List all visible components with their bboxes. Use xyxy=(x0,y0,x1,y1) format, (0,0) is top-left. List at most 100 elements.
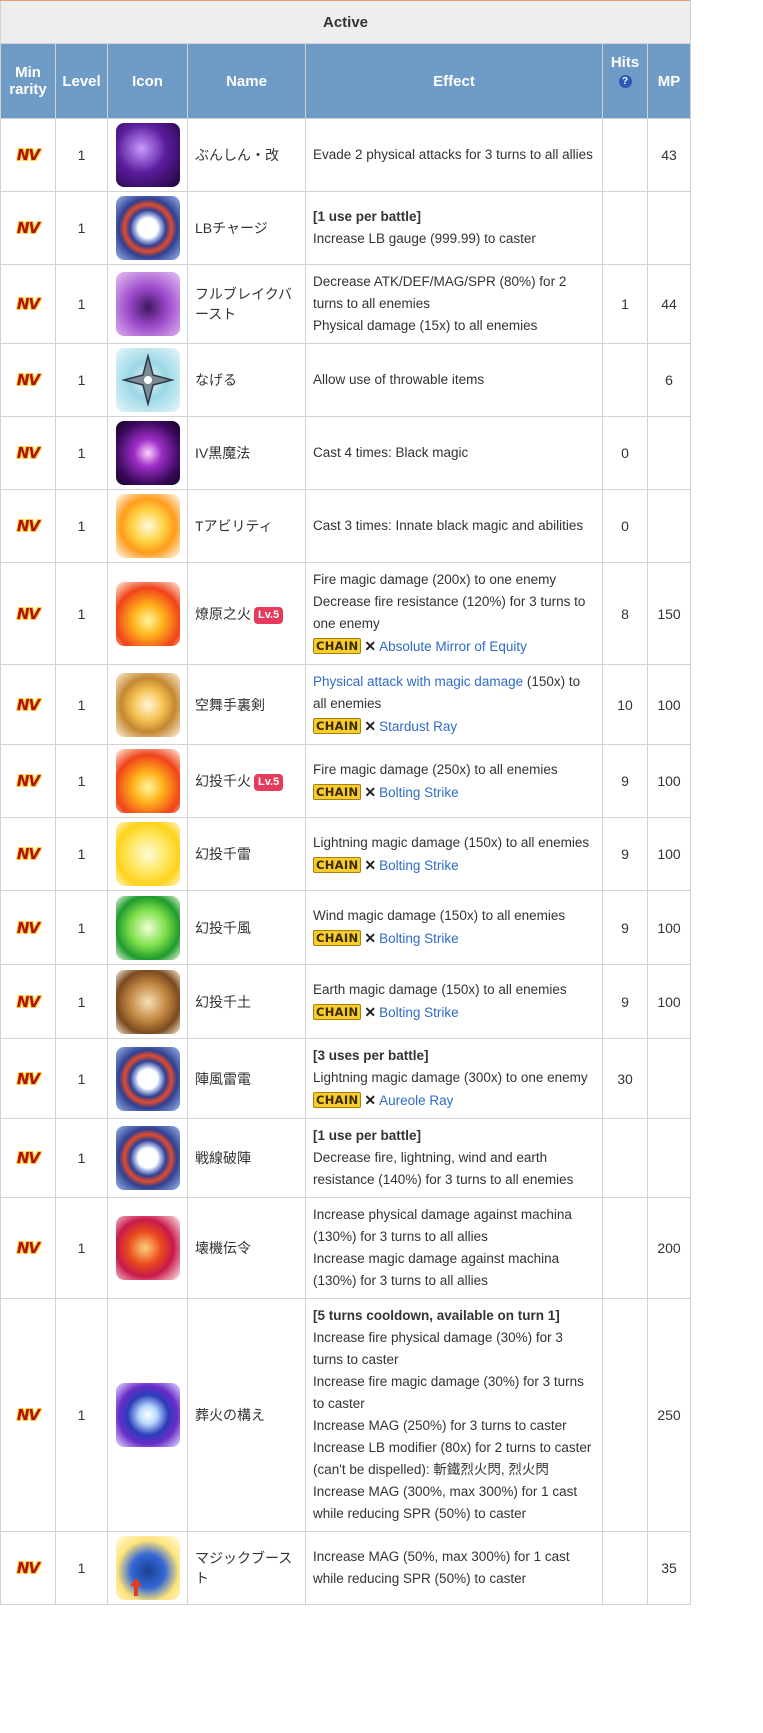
ability-name[interactable]: 幻投千火 xyxy=(195,773,251,789)
lv5-badge: Lv.5 xyxy=(254,774,284,791)
table-row: NV 1 幻投千雷 Lightning magic damage (150x) … xyxy=(0,817,692,891)
burst-icon xyxy=(115,494,180,558)
shuriken-icon xyxy=(115,348,180,412)
cross-icon: ✕ xyxy=(364,718,377,734)
chain-link[interactable]: Bolting Strike xyxy=(379,1005,459,1020)
ability-name[interactable]: 空舞手裏剣 xyxy=(195,697,265,713)
col-min-rarity[interactable]: Min rarity xyxy=(0,43,56,119)
level-cell: 1 xyxy=(55,964,108,1039)
chain-icon: CHAIN xyxy=(313,1092,362,1108)
ability-name[interactable]: マジックブースト xyxy=(195,1550,292,1586)
table-row: NV 1 幻投千風 Wind magic damage (150x) to al… xyxy=(0,890,692,965)
ability-name[interactable]: 幻投千風 xyxy=(195,920,251,936)
red-slash-icon xyxy=(115,1216,180,1280)
nv-rarity-icon: NV xyxy=(16,295,40,313)
hits-cell: 10 xyxy=(602,664,648,745)
level-cell: 1 xyxy=(55,744,108,818)
chain-icon: CHAIN xyxy=(313,638,362,654)
ability-name[interactable]: Tアビリティ xyxy=(195,518,273,534)
mp-cell: 100 xyxy=(646,744,692,818)
level-cell: 1 xyxy=(55,664,108,745)
mp-cell xyxy=(646,1038,692,1119)
ability-name[interactable]: 葬火の構え xyxy=(195,1407,265,1423)
usage-limit: [1 use per battle] xyxy=(313,1128,422,1143)
mp-cell: 100 xyxy=(646,890,692,965)
effect-line: Increase physical damage against machina… xyxy=(313,1207,572,1244)
mp-cell: 43 xyxy=(646,118,692,192)
hits-cell xyxy=(602,1298,648,1532)
col-level[interactable]: Level xyxy=(55,43,108,119)
ability-name[interactable]: 幻投千雷 xyxy=(195,846,251,862)
nv-rarity-icon: NV xyxy=(16,371,40,389)
level-cell: 1 xyxy=(55,1118,108,1198)
ability-name[interactable]: なげる xyxy=(195,372,237,388)
cross-icon: ✕ xyxy=(364,930,377,946)
chain-link[interactable]: Absolute Mirror of Equity xyxy=(379,639,527,654)
cross-icon: ✕ xyxy=(364,783,377,800)
help-icon[interactable]: ? xyxy=(618,75,632,88)
lb-gauge-icon xyxy=(115,196,180,260)
effect-line: Fire magic damage (250x) to all enemies xyxy=(313,761,558,777)
ability-name[interactable]: 戦線破陣 xyxy=(195,1150,251,1166)
level-cell: 1 xyxy=(55,343,108,417)
chain-link[interactable]: Bolting Strike xyxy=(379,858,459,873)
hits-cell xyxy=(602,1531,648,1605)
chain-link[interactable]: Bolting Strike xyxy=(379,931,459,946)
table-row: NV 1 なげる Allow use of throwable items 6 xyxy=(0,343,692,417)
ability-name[interactable]: IV黒魔法 xyxy=(195,445,250,461)
chain-link[interactable]: Aureole Ray xyxy=(379,1093,453,1108)
table-row: NV 1 マジックブースト Increase MAG (50%, max 300… xyxy=(0,1531,692,1605)
ability-name[interactable]: ぶんしん・改 xyxy=(195,147,279,163)
ability-name[interactable]: 燎原之火 xyxy=(195,606,251,622)
hits-cell: 0 xyxy=(602,416,648,490)
abilities-table: Active Min rarity Level Icon Name Effect… xyxy=(0,0,692,1605)
nv-rarity-icon: NV xyxy=(16,772,40,790)
explosion-icon xyxy=(115,672,180,737)
mp-cell: 100 xyxy=(646,664,692,745)
portal-icon xyxy=(115,1383,180,1447)
mp-cell: 44 xyxy=(646,264,692,344)
effect-link[interactable]: Physical attack with magic damage xyxy=(313,674,523,689)
magic-boost-icon xyxy=(115,1536,180,1600)
ability-name[interactable]: 幻投千土 xyxy=(195,994,251,1010)
lv5-badge: Lv.5 xyxy=(254,606,284,624)
table-row: NV 1 空舞手裏剣 Physical attack with magic da… xyxy=(0,664,692,745)
col-name[interactable]: Name xyxy=(187,43,306,119)
col-hits[interactable]: Hits? xyxy=(602,43,648,119)
level-cell: 1 xyxy=(55,264,108,344)
ability-name[interactable]: LBチャージ xyxy=(195,220,268,236)
table-row: NV 1 ぶんしん・改 Evade 2 physical attacks for… xyxy=(0,118,692,192)
mp-cell xyxy=(646,489,692,563)
hits-cell xyxy=(602,343,648,417)
cross-icon: ✕ xyxy=(364,856,377,873)
nv-rarity-icon: NV xyxy=(16,845,40,863)
table-row: NV 1 IV黒魔法 Cast 4 times: Black magic 0 xyxy=(0,416,692,490)
chain-link[interactable]: Bolting Strike xyxy=(379,785,459,800)
black-orb-icon xyxy=(115,421,180,485)
nv-rarity-icon: NV xyxy=(16,1149,40,1167)
cooldown-label: [5 turns cooldown, available on turn 1] xyxy=(313,1308,560,1323)
chain-icon: CHAIN xyxy=(313,783,362,800)
nv-rarity-icon: NV xyxy=(16,695,40,714)
chain-link[interactable]: Stardust Ray xyxy=(379,719,457,734)
nv-rarity-icon: NV xyxy=(16,219,40,237)
col-mp[interactable]: MP xyxy=(646,43,692,119)
hits-cell xyxy=(602,191,648,265)
hits-cell: 9 xyxy=(602,744,648,818)
ability-name[interactable]: フルブレイクバースト xyxy=(195,286,292,322)
hits-cell: 9 xyxy=(602,964,648,1039)
table-caption: Active xyxy=(0,0,692,44)
usage-limit: [3 uses per battle] xyxy=(313,1048,429,1063)
ability-name[interactable]: 壊機伝令 xyxy=(195,1240,251,1256)
effect-line: Fire magic damage (200x) to one enemy xyxy=(313,572,557,587)
effect-line: Increase LB modifier (80x) for 2 turns t… xyxy=(313,1440,592,1477)
mp-cell: 100 xyxy=(646,817,692,891)
ability-name[interactable]: 陣風雷電 xyxy=(195,1071,251,1087)
effect-line: Lightning magic damage (300x) to one ene… xyxy=(313,1070,588,1085)
mp-cell xyxy=(646,191,692,265)
level-cell: 1 xyxy=(55,1038,108,1119)
hits-cell: 9 xyxy=(602,817,648,891)
nv-rarity-icon: NV xyxy=(16,1559,40,1577)
table-row: NV 1 Tアビリティ Cast 3 times: Innate black m… xyxy=(0,489,692,563)
purple-crystal-icon xyxy=(115,272,180,336)
